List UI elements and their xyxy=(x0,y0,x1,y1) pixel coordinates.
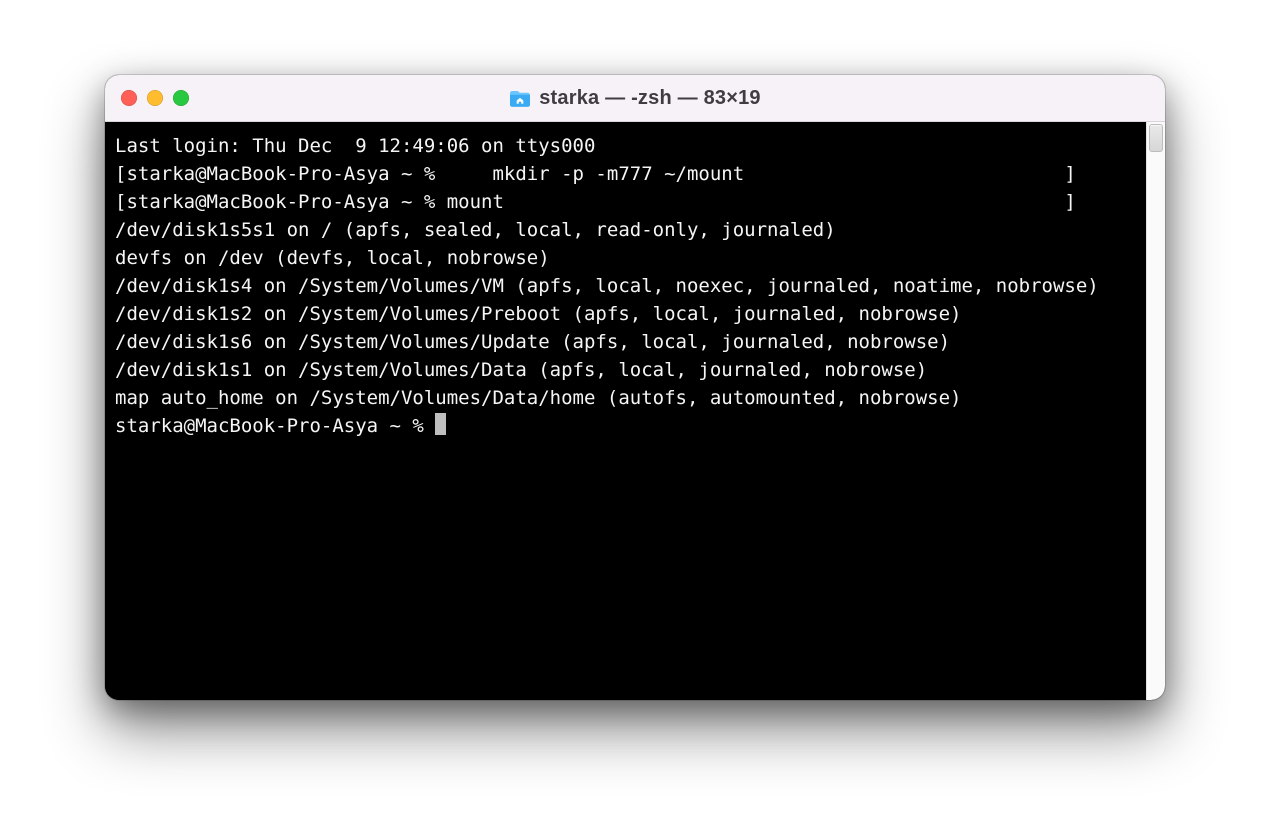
terminal-line: /dev/disk1s5s1 on / (apfs, sealed, local… xyxy=(115,219,836,241)
terminal-output[interactable]: Last login: Thu Dec 9 12:49:06 on ttys00… xyxy=(105,122,1146,700)
terminal-cursor xyxy=(435,413,446,435)
window-controls xyxy=(121,90,189,106)
terminal-window: starka — -zsh — 83×19 Last login: Thu De… xyxy=(105,75,1165,700)
close-button[interactable] xyxy=(121,90,137,106)
scrollbar-thumb[interactable] xyxy=(1149,124,1163,152)
terminal-line: /dev/disk1s6 on /System/Volumes/Update (… xyxy=(115,331,950,353)
folder-home-icon xyxy=(509,89,531,107)
terminal-line: [starka@MacBook-Pro-Asya ~ % mkdir -p -m… xyxy=(115,163,1076,185)
window-title-area: starka — -zsh — 83×19 xyxy=(509,87,761,110)
window-title: starka — -zsh — 83×19 xyxy=(539,87,761,110)
vertical-scrollbar[interactable] xyxy=(1146,122,1165,700)
terminal-line: map auto_home on /System/Volumes/Data/ho… xyxy=(115,387,961,409)
zoom-button[interactable] xyxy=(173,90,189,106)
terminal-line: [starka@MacBook-Pro-Asya ~ % mount ] xyxy=(115,191,1076,213)
terminal-area: Last login: Thu Dec 9 12:49:06 on ttys00… xyxy=(105,122,1165,700)
window-titlebar[interactable]: starka — -zsh — 83×19 xyxy=(105,75,1165,122)
terminal-line: /dev/disk1s2 on /System/Volumes/Preboot … xyxy=(115,303,961,325)
terminal-prompt: starka@MacBook-Pro-Asya ~ % xyxy=(115,415,435,437)
terminal-line: devfs on /dev (devfs, local, nobrowse) xyxy=(115,247,550,269)
terminal-line: Last login: Thu Dec 9 12:49:06 on ttys00… xyxy=(115,135,595,157)
minimize-button[interactable] xyxy=(147,90,163,106)
terminal-line: /dev/disk1s4 on /System/Volumes/VM (apfs… xyxy=(115,275,1099,297)
terminal-line: /dev/disk1s1 on /System/Volumes/Data (ap… xyxy=(115,359,927,381)
